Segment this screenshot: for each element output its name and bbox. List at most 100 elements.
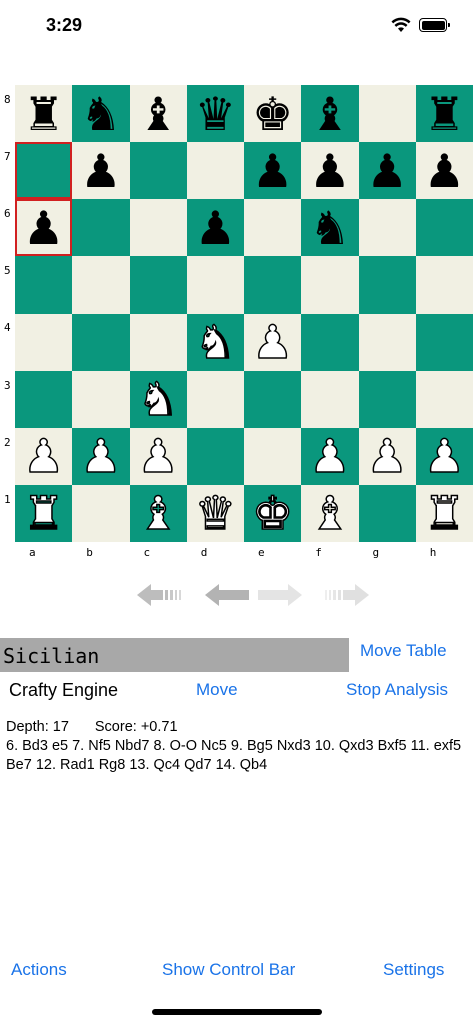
- white-king-icon[interactable]: ♚: [251, 490, 294, 538]
- square-g4[interactable]: [358, 313, 416, 371]
- square-c3[interactable]: ♞: [129, 370, 187, 428]
- square-b4[interactable]: [72, 313, 130, 371]
- square-b6[interactable]: [72, 199, 130, 257]
- square-g3[interactable]: [358, 370, 416, 428]
- black-knight-icon[interactable]: ♞: [309, 205, 350, 251]
- white-pawn-icon[interactable]: ♟: [423, 433, 466, 481]
- square-e7[interactable]: ♟: [244, 142, 302, 200]
- square-e1[interactable]: ♚: [244, 484, 302, 542]
- black-pawn-icon[interactable]: ♟: [367, 148, 408, 194]
- square-d3[interactable]: [186, 370, 244, 428]
- black-rook-icon[interactable]: ♜: [424, 91, 465, 137]
- stop-analysis-button[interactable]: Stop Analysis: [346, 680, 448, 700]
- square-c7[interactable]: [129, 142, 187, 200]
- square-a1[interactable]: ♜: [15, 484, 73, 542]
- square-a7[interactable]: [15, 142, 73, 200]
- black-pawn-icon[interactable]: ♟: [23, 205, 64, 251]
- square-e5[interactable]: [244, 256, 302, 314]
- square-h6[interactable]: [415, 199, 473, 257]
- square-f5[interactable]: [301, 256, 359, 314]
- skip-forward-icon[interactable]: [323, 582, 369, 608]
- square-f1[interactable]: ♝: [301, 484, 359, 542]
- square-d4[interactable]: ♞: [186, 313, 244, 371]
- square-f4[interactable]: [301, 313, 359, 371]
- square-h2[interactable]: ♟: [415, 427, 473, 485]
- square-g2[interactable]: ♟: [358, 427, 416, 485]
- square-h8[interactable]: ♜: [415, 85, 473, 143]
- square-b7[interactable]: ♟: [72, 142, 130, 200]
- black-knight-icon[interactable]: ♞: [80, 91, 121, 137]
- actions-button[interactable]: Actions: [11, 960, 67, 980]
- square-b2[interactable]: ♟: [72, 427, 130, 485]
- white-pawn-icon[interactable]: ♟: [366, 433, 409, 481]
- black-bishop-icon[interactable]: ♝: [309, 91, 350, 137]
- white-bishop-icon[interactable]: ♝: [137, 490, 180, 538]
- square-g7[interactable]: ♟: [358, 142, 416, 200]
- square-c5[interactable]: [129, 256, 187, 314]
- black-bishop-icon[interactable]: ♝: [138, 91, 179, 137]
- square-a8[interactable]: ♜: [15, 85, 73, 143]
- arrow-left-icon[interactable]: [205, 582, 251, 608]
- square-f2[interactable]: ♟: [301, 427, 359, 485]
- square-g1[interactable]: [358, 484, 416, 542]
- white-queen-icon[interactable]: ♛: [194, 490, 237, 538]
- square-g5[interactable]: [358, 256, 416, 314]
- square-e4[interactable]: ♟: [244, 313, 302, 371]
- square-d6[interactable]: ♟: [186, 199, 244, 257]
- square-h3[interactable]: [415, 370, 473, 428]
- white-pawn-icon[interactable]: ♟: [22, 433, 65, 481]
- chess-board[interactable]: ♜ ♞ ♝ ♛ ♚ ♝ ♜ ♟ ♟ ♟ ♟ ♟ ♟ ♟ ♞ ♞ ♟ ♞ ♟ ♟ ♟ ♟ ♟ ♟ ♜ ♝ ♛ ♚ ♝ ♜: [15, 85, 473, 542]
- square-a2[interactable]: ♟: [15, 427, 73, 485]
- white-pawn-icon[interactable]: ♟: [79, 433, 122, 481]
- square-f7[interactable]: ♟: [301, 142, 359, 200]
- square-e8[interactable]: ♚: [244, 85, 302, 143]
- square-c1[interactable]: ♝: [129, 484, 187, 542]
- square-a6[interactable]: ♟: [15, 199, 73, 257]
- square-h1[interactable]: ♜: [415, 484, 473, 542]
- square-e3[interactable]: [244, 370, 302, 428]
- white-pawn-icon[interactable]: ♟: [137, 433, 180, 481]
- square-h7[interactable]: ♟: [415, 142, 473, 200]
- square-c8[interactable]: ♝: [129, 85, 187, 143]
- move-button[interactable]: Move: [196, 680, 238, 700]
- square-b8[interactable]: ♞: [72, 85, 130, 143]
- square-b1[interactable]: [72, 484, 130, 542]
- arrow-right-icon[interactable]: [256, 582, 302, 608]
- square-a5[interactable]: [15, 256, 73, 314]
- square-e6[interactable]: [244, 199, 302, 257]
- square-h4[interactable]: [415, 313, 473, 371]
- white-knight-icon[interactable]: ♞: [137, 375, 180, 423]
- square-b3[interactable]: [72, 370, 130, 428]
- white-rook-icon[interactable]: ♜: [22, 490, 65, 538]
- square-d2[interactable]: [186, 427, 244, 485]
- white-rook-icon[interactable]: ♜: [423, 490, 466, 538]
- square-d7[interactable]: [186, 142, 244, 200]
- square-e2[interactable]: [244, 427, 302, 485]
- black-pawn-icon[interactable]: ♟: [309, 148, 350, 194]
- settings-button[interactable]: Settings: [383, 960, 444, 980]
- square-d5[interactable]: [186, 256, 244, 314]
- white-bishop-icon[interactable]: ♝: [308, 490, 351, 538]
- square-c2[interactable]: ♟: [129, 427, 187, 485]
- square-g6[interactable]: [358, 199, 416, 257]
- black-king-icon[interactable]: ♚: [252, 91, 293, 137]
- square-f3[interactable]: [301, 370, 359, 428]
- white-pawn-icon[interactable]: ♟: [251, 318, 294, 366]
- black-pawn-icon[interactable]: ♟: [195, 205, 236, 251]
- square-b5[interactable]: [72, 256, 130, 314]
- square-h5[interactable]: [415, 256, 473, 314]
- skip-back-icon[interactable]: [137, 582, 183, 608]
- square-c4[interactable]: [129, 313, 187, 371]
- square-f8[interactable]: ♝: [301, 85, 359, 143]
- black-pawn-icon[interactable]: ♟: [80, 148, 121, 194]
- move-table-button[interactable]: Move Table: [360, 641, 447, 661]
- white-knight-icon[interactable]: ♞: [194, 318, 237, 366]
- black-pawn-icon[interactable]: ♟: [424, 148, 465, 194]
- square-d1[interactable]: ♛: [186, 484, 244, 542]
- white-pawn-icon[interactable]: ♟: [308, 433, 351, 481]
- square-f6[interactable]: ♞: [301, 199, 359, 257]
- square-c6[interactable]: [129, 199, 187, 257]
- black-pawn-icon[interactable]: ♟: [252, 148, 293, 194]
- square-a4[interactable]: [15, 313, 73, 371]
- black-queen-icon[interactable]: ♛: [195, 91, 236, 137]
